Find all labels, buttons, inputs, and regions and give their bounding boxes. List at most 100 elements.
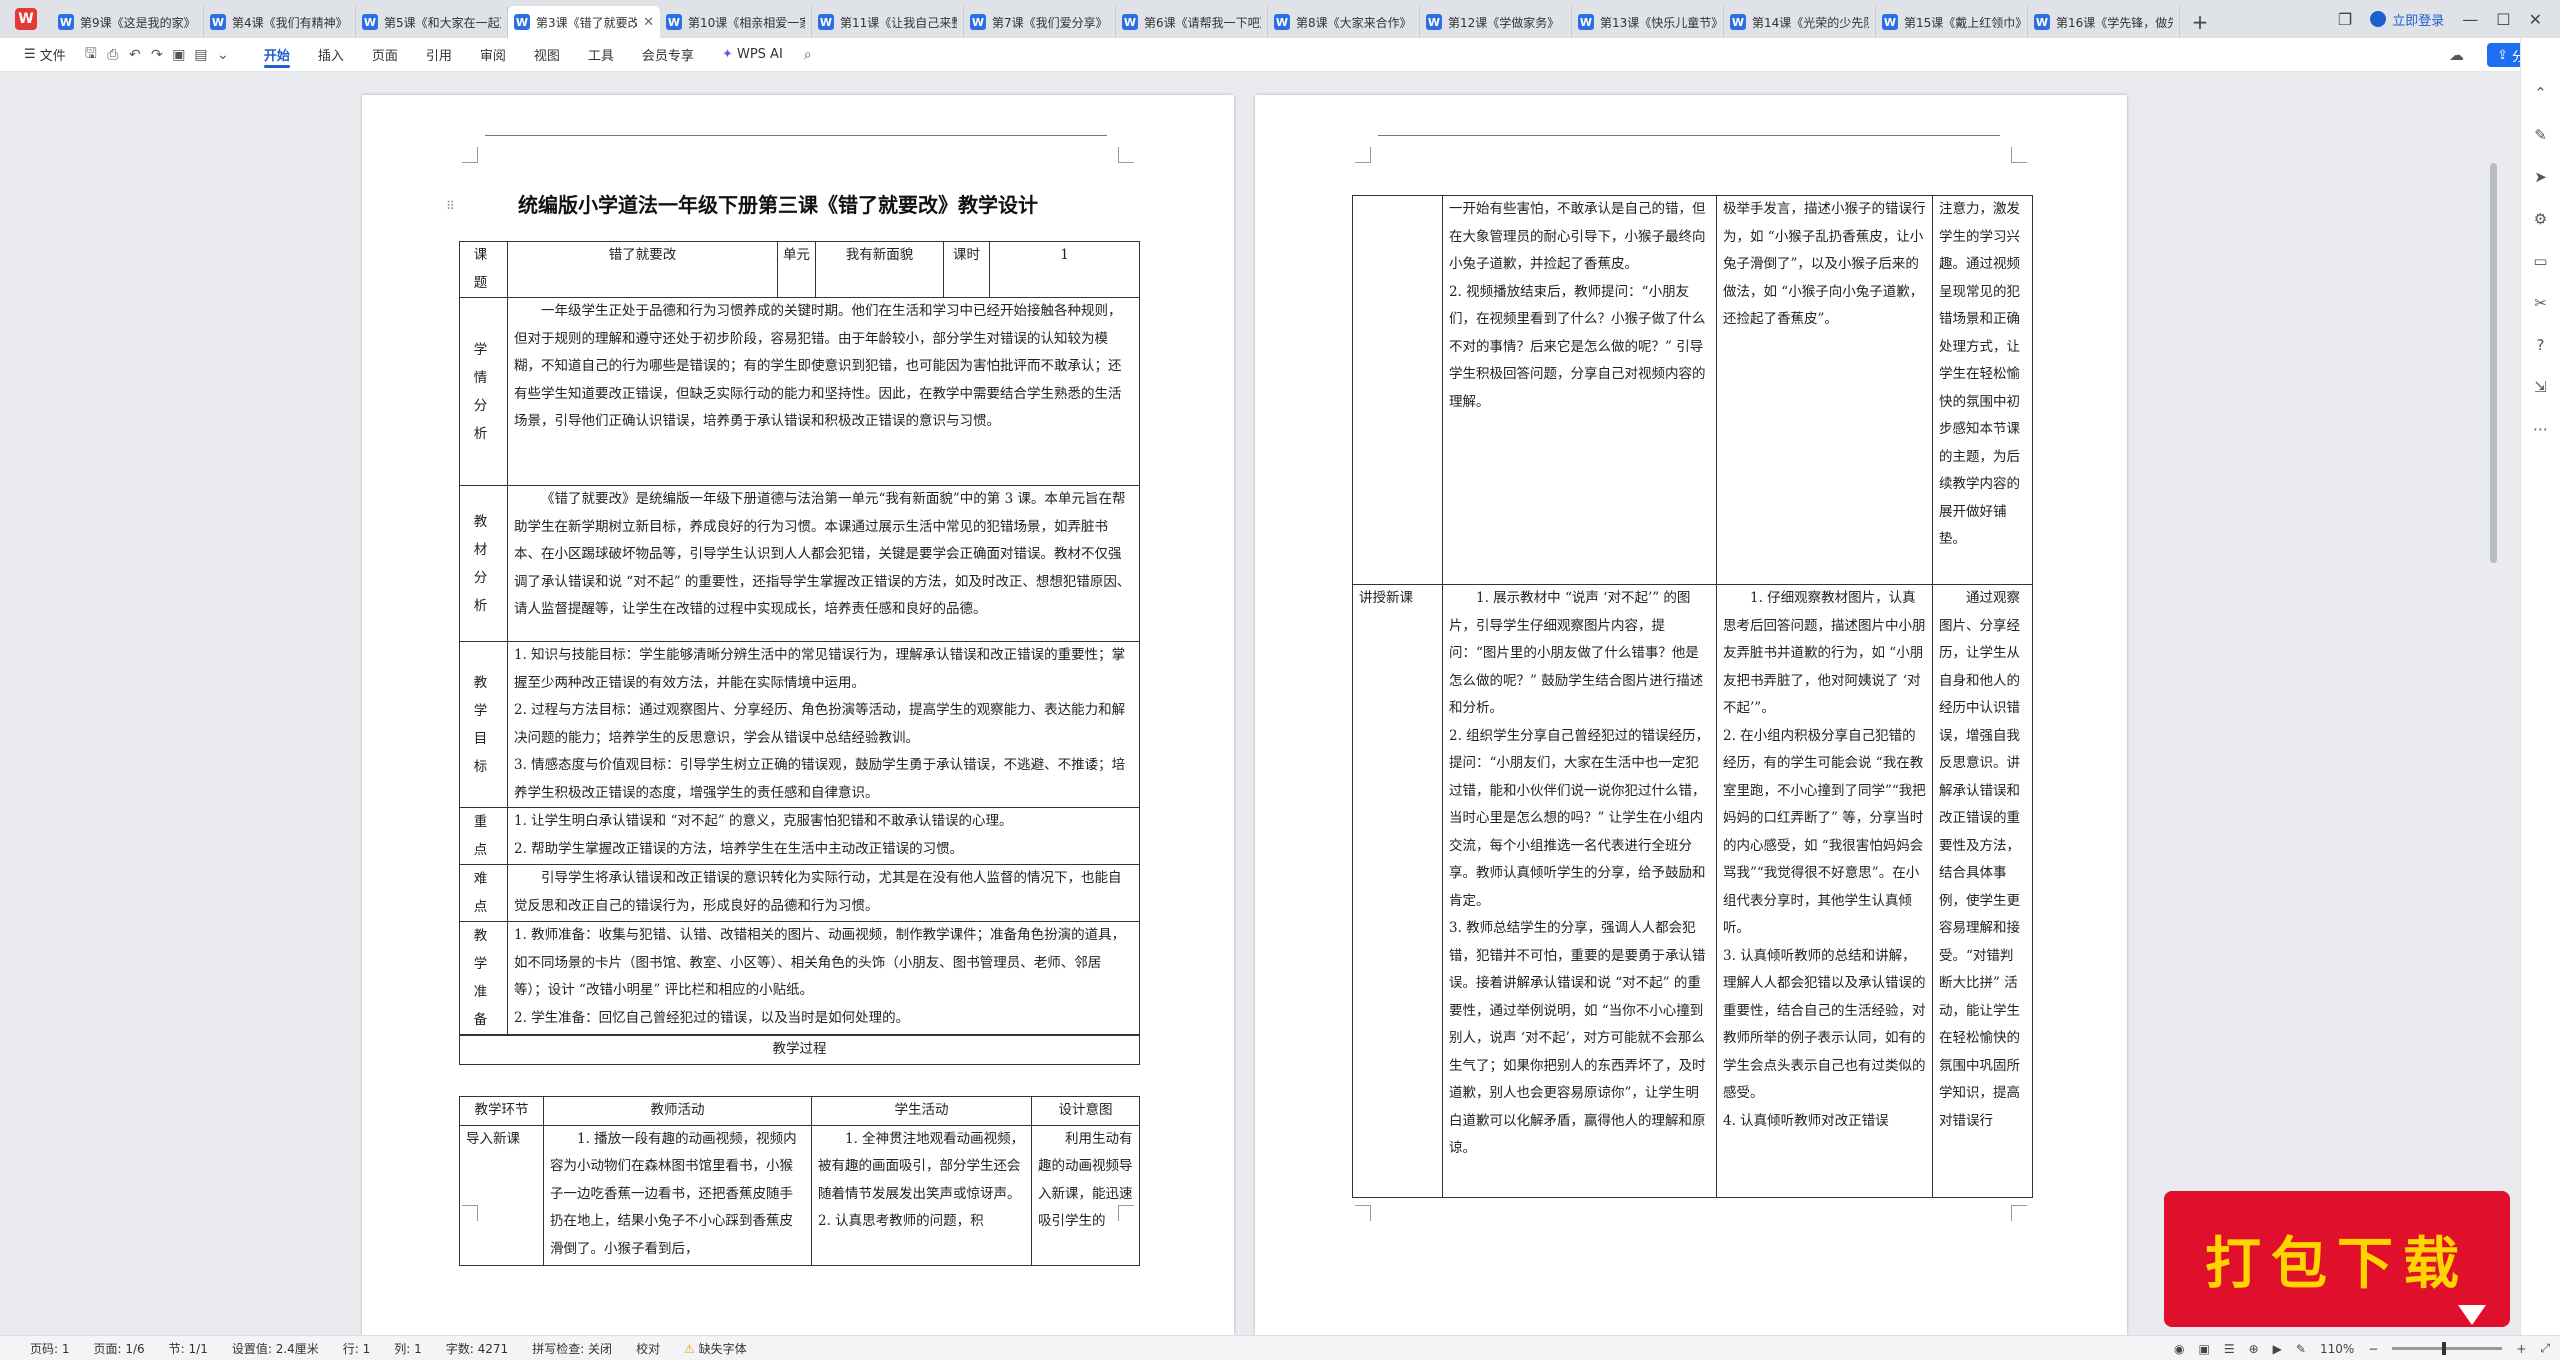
menu-tab[interactable]: 会员专享 — [628, 38, 708, 72]
menu-tab[interactable]: 开始 — [250, 38, 304, 72]
download-badge[interactable]: 打包下载 — [2158, 1185, 2520, 1335]
document-tab[interactable]: W 第4课《我们有精神》 — [204, 6, 356, 38]
format-painter-icon[interactable]: ▣ — [168, 44, 190, 66]
pen-icon[interactable]: ✎ — [2296, 1342, 2306, 1356]
status-section[interactable]: 节: 1/1 — [157, 1340, 220, 1357]
tab-label: 第14课《光荣的少先队》 — [1752, 15, 1869, 30]
document-canvas[interactable]: ⠿ 统编版小学道法一年级下册第三课《错了就要改》教学设计 课 题 错了就要改 单… — [0, 73, 2520, 1335]
menu-tab[interactable]: 引用 — [412, 38, 466, 72]
margin-corner — [1355, 147, 1371, 163]
minimize-icon[interactable]: — — [2462, 10, 2478, 29]
info-row: 学 情 分 析一年级学生正处于品德和行为习惯养成的关键时期。他们在生活和学习中已… — [459, 297, 1140, 486]
save-icon[interactable]: 🖫 — [80, 44, 102, 66]
play-icon[interactable]: ▶ — [2273, 1342, 2282, 1356]
settings-icon[interactable]: ⚙ — [2530, 208, 2552, 230]
new-tab-button[interactable]: + — [2180, 6, 2220, 38]
status-words[interactable]: 字数: 4271 — [434, 1340, 520, 1357]
word-doc-icon: W — [1882, 14, 1898, 30]
margin-corner — [2011, 1205, 2027, 1221]
margin-corner — [1118, 147, 1134, 163]
zoom-in-icon[interactable]: + — [2516, 1342, 2526, 1356]
cloud-sync-icon[interactable]: ☁ — [2449, 46, 2464, 64]
process-header: 设计意图 — [1031, 1096, 1140, 1126]
login-button[interactable]: 立即登录 — [2370, 10, 2444, 29]
search-icon[interactable]: ⌕ — [797, 44, 819, 66]
more-icon[interactable]: ⋯ — [2530, 418, 2552, 440]
document-tab[interactable]: W 第13课《快乐儿童节》 — [1572, 6, 1724, 38]
header-line — [1378, 135, 2000, 136]
eye-protect-icon[interactable]: ◉ — [2174, 1342, 2184, 1356]
restore-layout-icon[interactable]: ❐ — [2338, 10, 2352, 29]
file-menu[interactable]: ☰ 文件 — [10, 38, 80, 72]
edit-icon[interactable]: ✎ — [2530, 124, 2552, 146]
share-icon: ⇪ — [2497, 47, 2508, 63]
close-tab-icon[interactable]: ✕ — [643, 15, 654, 30]
intro-teacher-text: 1. 播放一段有趣的动画视频，视频内容为小动物们在森林图书馆里看书，小猴子一边吃… — [550, 1130, 797, 1257]
document-tab[interactable]: W 第7课《我们爱分享》 — [964, 6, 1116, 38]
document-tab[interactable]: W 第14课《光荣的少先队》 — [1724, 6, 1876, 38]
fit-icon[interactable]: ⤢ — [2540, 1341, 2550, 1356]
lecture-row: 讲授新课 1. 展示教材中 “说声 ‘对不起’” 的图片，引导学生仔细观察图片内… — [1352, 584, 2033, 1198]
wps-logo-icon[interactable]: W — [0, 0, 52, 38]
tools-icon[interactable]: ✂ — [2530, 292, 2552, 314]
wps-ai-button[interactable]: ✦ WPS AI — [708, 38, 797, 72]
document-tab[interactable]: W 第6课《请帮我一下吧》 — [1116, 6, 1268, 38]
avatar-icon — [2370, 11, 2387, 27]
vertical-scrollbar[interactable] — [2490, 163, 2497, 563]
menu-tab[interactable]: 工具 — [574, 38, 628, 72]
more-quick-icon[interactable]: ⌄ — [212, 44, 234, 66]
menu-tab[interactable]: 插入 — [304, 38, 358, 72]
status-spell[interactable]: 拼写检查: 关闭 — [520, 1340, 624, 1357]
zoom-slider[interactable] — [2392, 1342, 2503, 1355]
document-tab[interactable]: W 第8课《大家来合作》 — [1268, 6, 1420, 38]
status-page[interactable]: 页码: 1 — [18, 1340, 82, 1357]
process-title-row: 教学过程 — [459, 1034, 1140, 1065]
share-panel-icon[interactable]: ⇲ — [2530, 376, 2552, 398]
tab-label: 第16课《学先锋，做先锋》 — [2056, 15, 2173, 30]
word-doc-icon: W — [818, 14, 834, 30]
document-page-1[interactable]: ⠿ 统编版小学道法一年级下册第三课《错了就要改》教学设计 课 题 错了就要改 单… — [362, 95, 1234, 1335]
menu-tab[interactable]: 页面 — [358, 38, 412, 72]
page-view-icon[interactable]: ▣ — [2198, 1342, 2209, 1356]
menu-tab[interactable]: 视图 — [520, 38, 574, 72]
word-doc-icon: W — [514, 14, 530, 30]
status-pages[interactable]: 页面: 1/6 — [82, 1340, 157, 1357]
collapse-icon[interactable]: ⌃ — [2530, 82, 2552, 104]
web-view-icon[interactable]: ⊕ — [2249, 1342, 2259, 1356]
document-tab[interactable]: W 第11课《让我自己来整理》 — [812, 6, 964, 38]
row-line: 1. 教师准备：收集与犯错、认错、改错相关的图片、动画视频，制作教学课件；准备角… — [514, 927, 1126, 998]
document-tab[interactable]: W 第5课《和大家在一起》 — [356, 6, 508, 38]
close-window-icon[interactable]: ✕ — [2529, 10, 2542, 29]
drag-handle-icon[interactable]: ⠿ — [446, 199, 455, 213]
row-label: 教 学 准 备 — [459, 921, 508, 1036]
outline-view-icon[interactable]: ☰ — [2224, 1342, 2235, 1356]
status-font-missing[interactable]: ⚠ 缺失字体 — [672, 1340, 759, 1357]
help-icon[interactable]: ? — [2530, 334, 2552, 356]
tab-label: 第4课《我们有精神》 — [232, 15, 348, 30]
select-icon[interactable]: ➤ — [2530, 166, 2552, 188]
document-tab[interactable]: W 第3课《错了就要改》 ✕ — [508, 6, 660, 38]
menu-tab[interactable]: 审阅 — [466, 38, 520, 72]
status-col[interactable]: 列: 1 — [382, 1340, 434, 1357]
document-tab[interactable]: W 第10课《相亲相爱一家人》 — [660, 6, 812, 38]
export-pdf-icon[interactable]: ▤ — [190, 44, 212, 66]
document-page-2[interactable]: 一开始有些害怕，不敢承认是自己的错，但在大象管理员的耐心引导下，小猴子最终向小兔… — [1255, 95, 2127, 1335]
ai-icon: ✦ — [721, 47, 737, 62]
status-row[interactable]: 行: 1 — [331, 1340, 383, 1357]
document-tab[interactable]: W 第15课《戴上红领巾》 — [1876, 6, 2028, 38]
document-tab[interactable]: W 第16课《学先锋，做先锋》 — [2028, 6, 2180, 38]
zoom-out-icon[interactable]: − — [2368, 1342, 2378, 1356]
print-icon[interactable]: ⎙ — [102, 44, 124, 66]
document-tab[interactable]: W 第9课《这是我的家》 — [52, 6, 204, 38]
undo-icon[interactable]: ↶ — [124, 44, 146, 66]
cont-intent-text: 注意力，激发学生的学习兴趣。通过视频呈现常见的犯错场景和正确处理方式，让学生在轻… — [1939, 201, 2020, 547]
lesson-plan-table: 课 题 错了就要改 单元 我有新面貌 课时 1 学 情 分 析一年级学生正处于品… — [459, 241, 1140, 1065]
redo-icon[interactable]: ↷ — [146, 44, 168, 66]
comment-icon[interactable]: ▭ — [2530, 250, 2552, 272]
zoom-level[interactable]: 110% — [2320, 1342, 2354, 1356]
document-tab[interactable]: W 第12课《学做家务》 — [1420, 6, 1572, 38]
status-proof[interactable]: 校对 — [624, 1340, 672, 1357]
process-header: 学生活动 — [811, 1096, 1032, 1126]
status-setting[interactable]: 设置值: 2.4厘米 — [220, 1340, 331, 1357]
maximize-icon[interactable]: ☐ — [2496, 10, 2510, 29]
